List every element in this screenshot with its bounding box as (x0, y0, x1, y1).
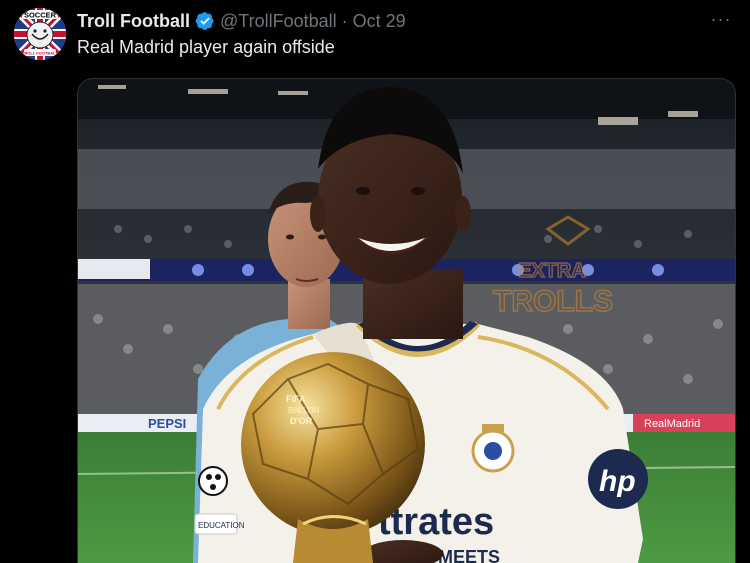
more-options-icon[interactable]: ··· (710, 10, 732, 32)
separator-dot: · (341, 10, 348, 31)
tweet-date[interactable]: Oct 29 (353, 11, 406, 32)
display-name[interactable]: Troll Football (77, 11, 190, 32)
avatar-logo-top-text: SOCCER (24, 11, 57, 20)
avatar-logo-bottom-text: TROLL FOOTBALL (22, 51, 59, 56)
shirt-sponsor-sub-text: MEETS (438, 547, 500, 563)
avatar[interactable]: SOCCER TROLL FOOTBALL (14, 8, 66, 60)
troll-football-logo: SOCCER TROLL FOOTBALL (14, 8, 66, 60)
watermark-line1: EXTRA (518, 260, 586, 282)
ad-board-right-text: RealMadrid (644, 418, 700, 430)
trophy-text-ballon: BALLON (288, 406, 320, 415)
watermark-line2: TROLLS (493, 285, 613, 318)
sleeve-logo-text: hp (599, 465, 636, 498)
trophy-text-fifa: FIFA (286, 394, 306, 404)
ad-board-left-text: PEPSI (148, 416, 186, 431)
tweet-header: Troll Football @TrollFootball · Oct 29 (77, 9, 406, 33)
photo-illustration: PEPSI RealMadrid EXTRA TROLLS ttrates ME… (78, 79, 735, 563)
sleeve-badge-text: EDUCATION (198, 521, 245, 530)
user-handle[interactable]: @TrollFootball (220, 11, 337, 32)
trophy-text-dor: D'OR (290, 416, 313, 426)
verified-badge-icon[interactable] (195, 11, 215, 31)
tweet-text: Real Madrid player again offside (77, 37, 335, 57)
tweet-media-image[interactable]: PEPSI RealMadrid EXTRA TROLLS ttrates ME… (77, 78, 736, 563)
